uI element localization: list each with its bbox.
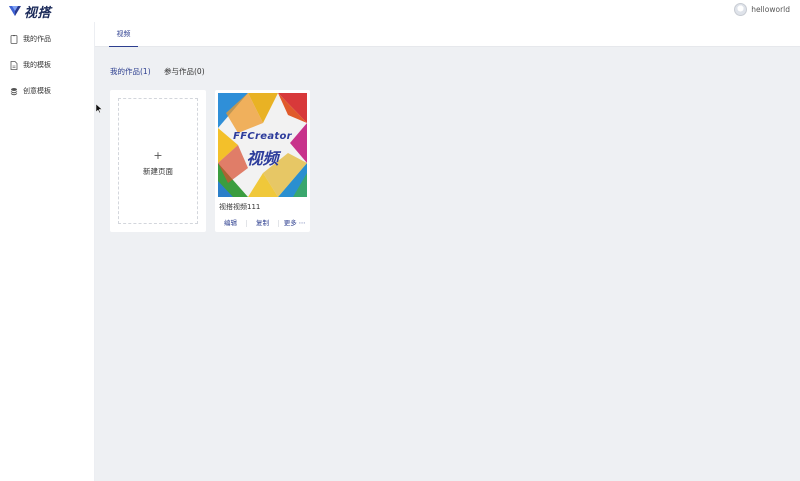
mouse-cursor-icon — [96, 104, 102, 113]
sidebar-item-label: 我的作品 — [23, 35, 51, 43]
sidebar-item-label: 创意模板 — [23, 87, 51, 95]
main-content: 我的作品(1) 参与作品(0) + 新建页面 FFCreator 视频 视搭视频… — [95, 47, 800, 481]
user-avatar[interactable] — [734, 3, 748, 16]
work-card[interactable]: FFCreator 视频 视搭视频111 编辑 复制 更多 ⋯ — [215, 90, 310, 232]
copy-button[interactable]: 复制 — [247, 218, 278, 230]
work-thumbnail[interactable]: FFCreator 视频 — [218, 93, 307, 197]
app-logo[interactable]: 视搭 — [9, 3, 52, 21]
sidebar-item-my-works[interactable]: 我的作品 — [10, 32, 51, 46]
tab-video[interactable]: 视频 — [109, 22, 138, 47]
plus-icon: + — [153, 149, 163, 162]
sidebar-item-label: 我的模板 — [23, 61, 51, 69]
edit-button[interactable]: 编辑 — [215, 218, 246, 230]
logo-icon — [9, 6, 21, 16]
new-page-label: 新建页面 — [143, 167, 173, 176]
document-icon — [10, 34, 18, 44]
sidebar: 我的作品 我的模板 创意模板 — [0, 22, 95, 481]
username[interactable]: helloworld — [751, 5, 790, 14]
layers-icon — [10, 87, 18, 95]
more-button[interactable]: 更多 ⋯ — [279, 218, 310, 230]
new-page-card[interactable]: + 新建页面 — [110, 90, 206, 232]
work-title: 视搭视频111 — [219, 203, 261, 211]
user-menu[interactable]: helloworld — [734, 3, 790, 16]
tab-bar: 视频 — [95, 22, 800, 47]
work-actions: 编辑 复制 更多 ⋯ — [215, 218, 310, 230]
new-page-dropzone[interactable]: + 新建页面 — [118, 98, 198, 224]
thumbnail-subtitle: 视频 — [246, 149, 279, 168]
app-name: 视搭 — [24, 5, 52, 21]
sidebar-item-my-templates[interactable]: 我的模板 — [10, 58, 51, 72]
file-icon — [10, 60, 18, 70]
subtab-joined-works[interactable]: 参与作品(0) — [164, 66, 205, 77]
sidebar-item-creative-templates[interactable]: 创意模板 — [10, 84, 51, 98]
thumbnail-title: FFCreator — [233, 131, 292, 142]
top-bar: 视搭 helloworld — [0, 0, 800, 22]
subtab-my-works[interactable]: 我的作品(1) — [110, 66, 151, 77]
